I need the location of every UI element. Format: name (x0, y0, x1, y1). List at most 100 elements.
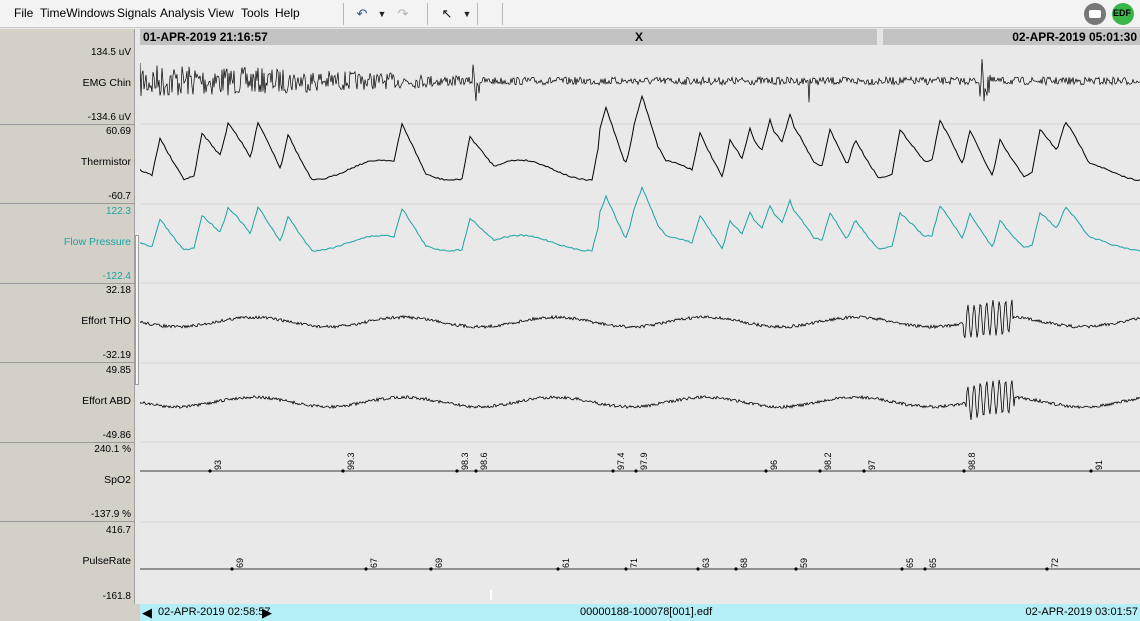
channel-name: Effort ABD (82, 395, 131, 407)
menu-tools[interactable]: Tools (241, 6, 269, 20)
pulse-value-label: 63 (701, 558, 711, 568)
pulse-value-label: 69 (235, 558, 245, 568)
pulse-value-label: 59 (799, 558, 809, 568)
channel-min: -137.9 % (90, 509, 131, 520)
toolbar-separator (477, 3, 478, 25)
spo2-marker (474, 469, 478, 473)
chevron-down-icon[interactable]: ▼ (457, 4, 477, 24)
menu-view[interactable]: View (208, 6, 234, 20)
channel-name: EMG Chin (82, 77, 131, 89)
effort-tho-trace (140, 299, 1140, 339)
time-overview-bar[interactable]: 01-APR-2019 21:16:57 X 02-APR-2019 05:01… (140, 29, 1140, 45)
overview-position-marker[interactable] (877, 29, 883, 45)
time-navigation-bar: ◀ 02-APR-2019 02:58:57 ▶ 00000188-100078… (140, 590, 1140, 621)
channel-label-emg-chin[interactable]: 134.5 uV EMG Chin -134.6 uV (0, 45, 135, 125)
spo2-marker (208, 469, 212, 473)
toolbar-separator (427, 3, 428, 25)
channel-label-effort-tho[interactable]: 32.18 Effort THO -32.19 (0, 283, 135, 363)
channel-label-effort-abd[interactable]: 49.85 Effort ABD -49.86 (0, 363, 135, 443)
spo2-value-label: 98.6 (479, 452, 489, 470)
pulse-value-label: 71 (629, 558, 639, 568)
channel-min: -161.8 (102, 591, 131, 602)
channel-max: 416.7 (105, 525, 131, 536)
channel-name: Effort THO (81, 315, 131, 327)
channel-label-pulserate[interactable]: 416.7 PulseRate -161.8 (0, 523, 135, 603)
pulse-marker (429, 567, 433, 571)
cursor-pointer-icon[interactable]: ↖ (437, 4, 457, 24)
spo2-marker (455, 469, 459, 473)
menu-analysis[interactable]: Analysis (160, 6, 205, 20)
redo-icon[interactable]: ↷ (393, 4, 413, 24)
pulse-marker (696, 567, 700, 571)
channel-name: SpO2 (104, 474, 131, 486)
channel-max: 49.85 (105, 365, 131, 376)
channel-min: -134.6 uV (87, 112, 131, 123)
menu-file[interactable]: File (14, 6, 33, 20)
pulse-marker (364, 567, 368, 571)
menu-help[interactable]: Help (275, 6, 300, 20)
signal-plot-area[interactable]: 93 99.3 98.3 98.6 97.4 97.9 96 98.2 97 98.8 91 69 67… (140, 45, 1140, 604)
menu-bar: File TimeWindows Signals Analysis View T… (0, 0, 1140, 28)
pulse-value-label: 72 (1050, 558, 1060, 568)
toolbar-separator (343, 3, 344, 25)
close-icon[interactable]: X (635, 30, 643, 44)
spo2-marker (962, 469, 966, 473)
spo2-value-label: 98.8 (967, 452, 977, 470)
channel-min: -49.86 (102, 430, 131, 441)
pulse-marker (900, 567, 904, 571)
spo2-marker (862, 469, 866, 473)
spo2-value-label: 93 (213, 460, 223, 470)
channel-max: 60.69 (105, 126, 131, 137)
channel-name: Thermistor (80, 156, 131, 168)
pulse-marker (556, 567, 560, 571)
edf-plus-icon[interactable]: EDF (1112, 3, 1134, 25)
scroll-right-icon[interactable]: ▶ (262, 605, 272, 621)
recording-end-time: 02-APR-2019 05:01:30 (1012, 30, 1137, 44)
bottom-left-corner (0, 604, 140, 621)
channel-name: Flow Pressure (63, 236, 131, 248)
spo2-value-label: 99.3 (346, 452, 356, 470)
spo2-value-label: 97 (867, 460, 877, 470)
recording-start-time: 01-APR-2019 21:16:57 (143, 30, 268, 44)
pulse-marker (794, 567, 798, 571)
spo2-marker (818, 469, 822, 473)
pulse-marker (1045, 567, 1049, 571)
chevron-down-icon[interactable]: ▼ (372, 4, 392, 24)
scroll-left-icon[interactable]: ◀ (142, 605, 152, 621)
channel-label-spo2[interactable]: 240.1 % SpO2 -137.9 % (0, 442, 135, 522)
pulse-value-label: 67 (369, 558, 379, 568)
spo2-value-label: 91 (1094, 460, 1104, 470)
spo2-value-label: 97.4 (616, 452, 626, 470)
channel-min: -32.19 (102, 350, 131, 361)
channel-min: -122.4 (102, 271, 131, 282)
spo2-marker (611, 469, 615, 473)
spo2-value-label: 98.2 (823, 452, 833, 470)
emg-chin-trace (140, 59, 1140, 103)
pulse-value-label: 68 (739, 558, 749, 568)
undo-icon[interactable]: ↶ (352, 4, 372, 24)
channel-label-flow-pressure[interactable]: 122.3 Flow Pressure -122.4 (0, 204, 135, 284)
toolbar-separator (502, 3, 503, 25)
pulse-marker (624, 567, 628, 571)
spo2-marker (764, 469, 768, 473)
spo2-marker (634, 469, 638, 473)
app-window: File TimeWindows Signals Analysis View T… (0, 0, 1140, 621)
record-icon[interactable] (1084, 3, 1106, 25)
menu-signals[interactable]: Signals (117, 6, 156, 20)
pulse-value-label: 69 (434, 558, 444, 568)
spo2-marker (1089, 469, 1093, 473)
pulse-value-label: 65 (928, 558, 938, 568)
window-start-time: 02-APR-2019 02:58:57 (158, 606, 271, 618)
channel-max: 32.18 (105, 285, 131, 296)
channel-label-thermistor[interactable]: 60.69 Thermistor -60.7 (0, 124, 135, 204)
channel-label-column: 134.5 uV EMG Chin -134.6 uV 60.69 Thermi… (0, 29, 135, 604)
spo2-value-label: 97.9 (639, 452, 649, 470)
flow-pressure-trace (140, 185, 1140, 252)
menu-timewindows[interactable]: TimeWindows (40, 6, 115, 20)
effort-abd-trace (140, 379, 1140, 420)
channel-max: 122.3 (105, 206, 131, 217)
pulse-value-label: 61 (561, 558, 571, 568)
scroll-thumb[interactable] (490, 590, 492, 600)
vertical-splitter-handle[interactable] (135, 235, 139, 385)
spo2-marker (341, 469, 345, 473)
